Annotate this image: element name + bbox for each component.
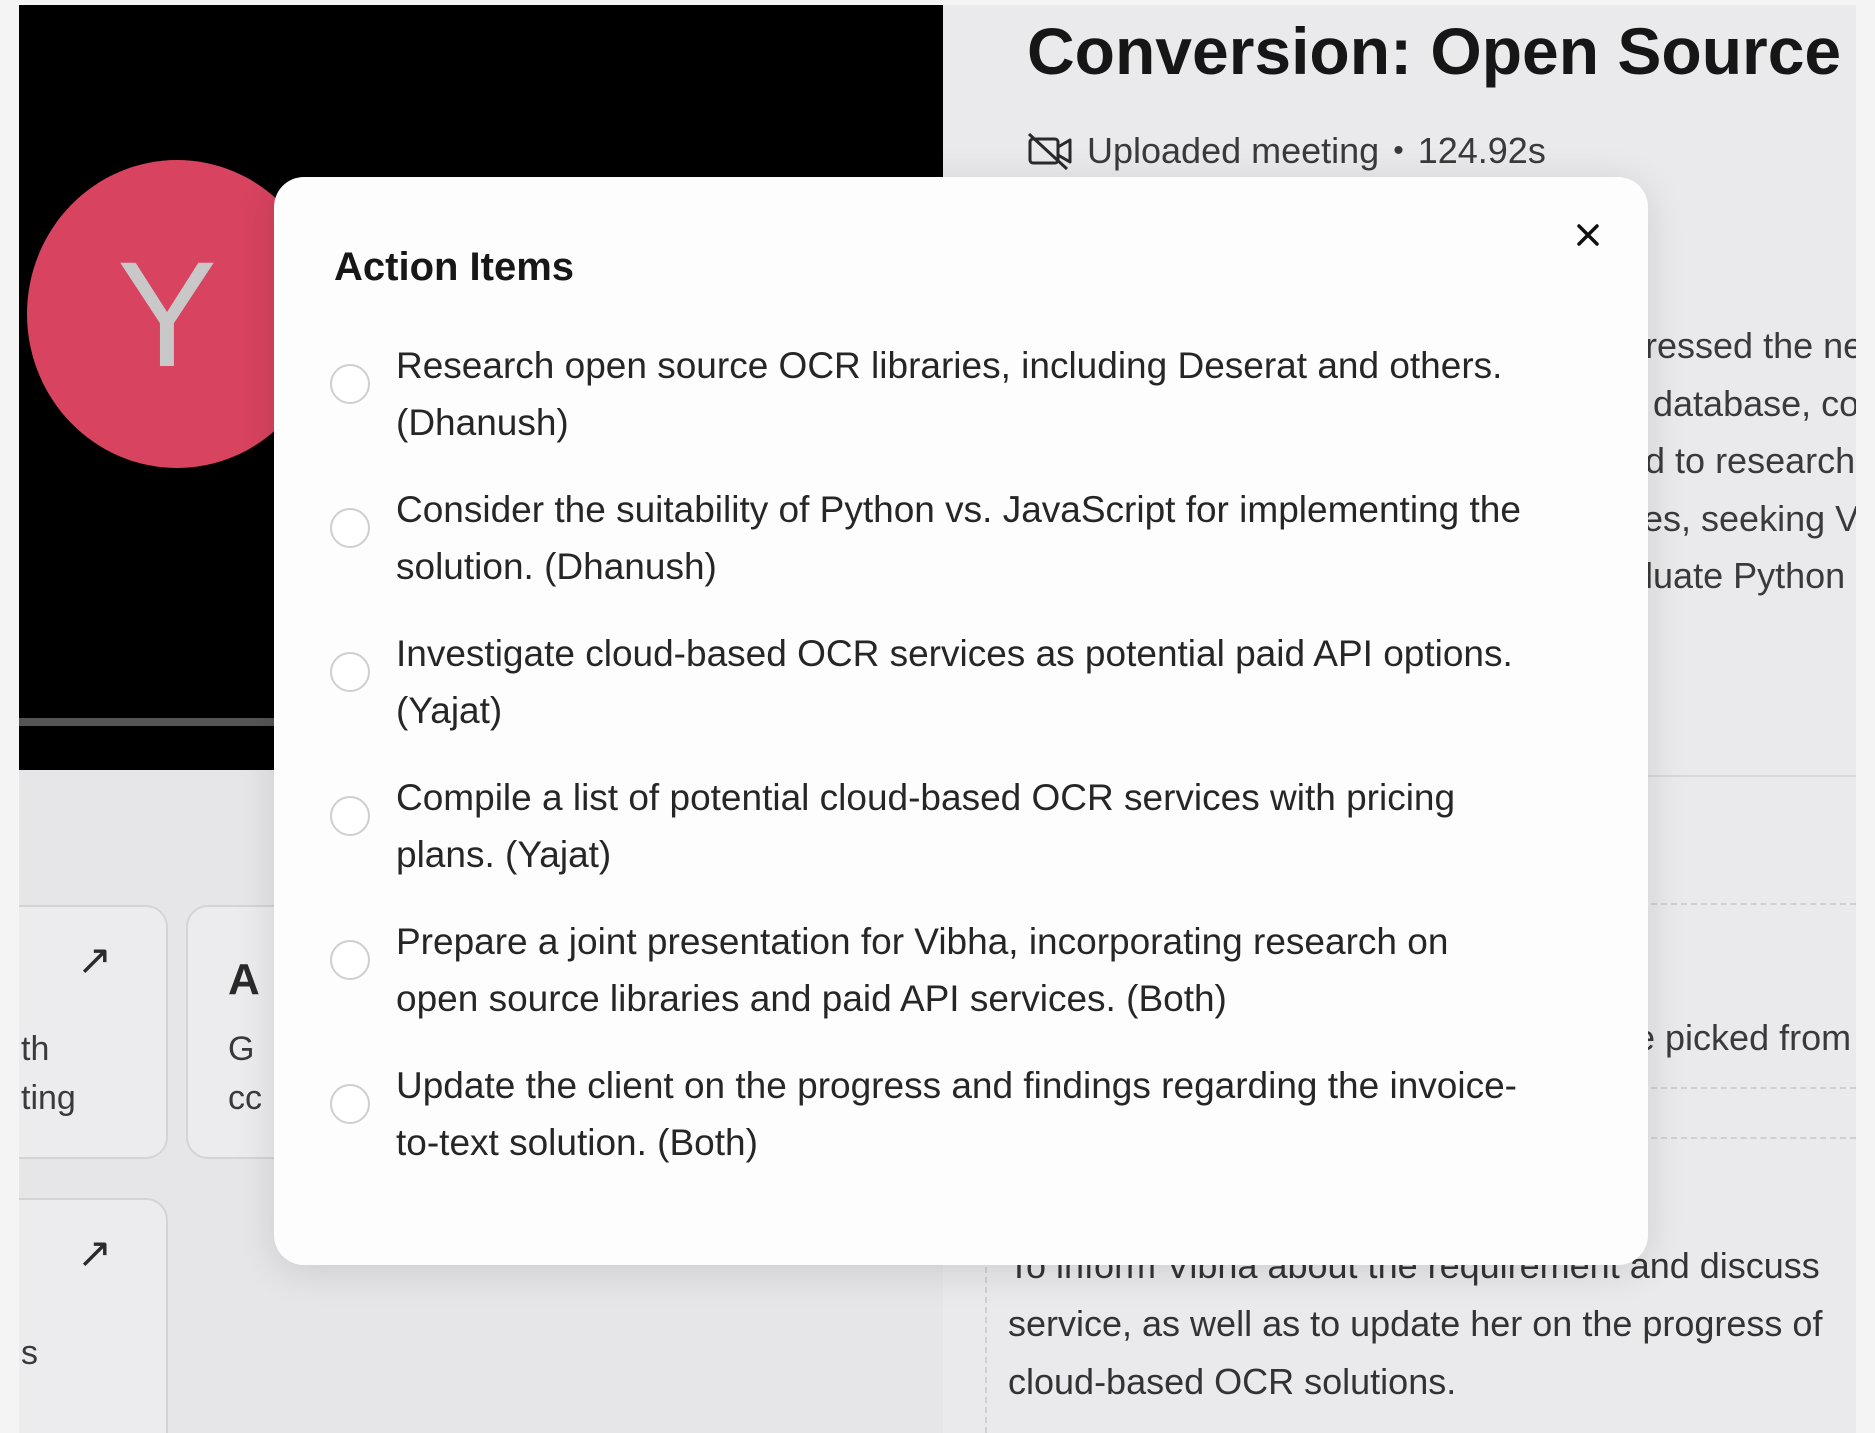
insight-card[interactable]: ↗ s <box>19 1198 168 1433</box>
insight-card[interactable]: ↗ th ting <box>19 905 168 1159</box>
action-item-text: Compile a list of potential cloud-based … <box>396 769 1596 883</box>
card-text-line: ting <box>21 1079 76 1117</box>
arrow-up-right-icon[interactable]: ↗ <box>77 935 112 984</box>
video-off-icon <box>1027 132 1072 171</box>
action-item-line: Consider the suitability of Python vs. J… <box>396 489 1521 530</box>
action-item-line: Investigate cloud-based OCR services as … <box>396 633 1513 674</box>
key-point-text: e picked from v <box>1635 1017 1856 1058</box>
action-item-checkbox[interactable] <box>330 796 370 836</box>
app-frame: Y ↗ th ting A G cc ↗ s Conversion: Open … <box>19 5 1856 1433</box>
meeting-duration: 124.92s <box>1417 130 1546 171</box>
action-item-line: open source libraries and paid API servi… <box>396 978 1227 1019</box>
action-item-line: solution. (Dhanush) <box>396 546 717 587</box>
action-item-text: Investigate cloud-based OCR services as … <box>396 625 1596 739</box>
action-item-checkbox[interactable] <box>330 1084 370 1124</box>
separator-dot: • <box>1393 134 1404 167</box>
action-item-line: plans. (Yajat) <box>396 834 612 875</box>
action-item[interactable]: Update the client on the progress and fi… <box>330 1057 1590 1201</box>
purpose-text-line: cloud-based OCR solutions. <box>1008 1361 1457 1402</box>
action-item-line: Compile a list of potential cloud-based … <box>396 777 1456 818</box>
purpose-text-line: service, as well as to update her on the… <box>1008 1303 1823 1344</box>
modal-title: Action Items <box>334 245 575 289</box>
meeting-meta: Uploaded meeting • 124.92s <box>1027 130 1546 172</box>
action-items-list: Research open source OCR libraries, incl… <box>330 337 1590 1201</box>
action-item[interactable]: Consider the suitability of Python vs. J… <box>330 481 1590 625</box>
summary-text-line: ces, seeking V <box>1625 498 1856 539</box>
action-item-checkbox[interactable] <box>330 364 370 404</box>
action-item-checkbox[interactable] <box>330 940 370 980</box>
card-text-line: cc <box>228 1079 262 1117</box>
action-item-line: (Yajat) <box>396 690 503 731</box>
card-heading: A <box>228 955 260 1004</box>
action-item-line: Research open source OCR libraries, incl… <box>396 345 1503 386</box>
action-item[interactable]: Investigate cloud-based OCR services as … <box>330 625 1590 769</box>
action-item[interactable]: Research open source OCR libraries, incl… <box>330 337 1590 481</box>
avatar-initial: Y <box>116 230 218 398</box>
meeting-source: Uploaded meeting <box>1087 130 1380 171</box>
meeting-title: Conversion: Open Source <box>1027 14 1842 88</box>
action-item-line: (Dhanush) <box>396 402 569 443</box>
action-item-checkbox[interactable] <box>330 652 370 692</box>
action-item-line: to-text solution. (Both) <box>396 1122 758 1163</box>
action-items-modal: Action Items Research open source OCR li… <box>274 177 1648 1265</box>
action-item-text: Research open source OCR libraries, incl… <box>396 337 1596 451</box>
action-item-text: Update the client on the progress and fi… <box>396 1057 1596 1171</box>
card-text-line: G <box>228 1030 255 1068</box>
action-item-text: Prepare a joint presentation for Vibha, … <box>396 913 1596 1027</box>
summary-text-line: aluate Python <box>1625 555 1846 596</box>
summary-text-line: ed to research <box>1625 440 1856 481</box>
action-item-text: Consider the suitability of Python vs. J… <box>396 481 1596 595</box>
summary-text-line: s database, co <box>1625 383 1856 424</box>
card-text-line: th <box>21 1030 50 1068</box>
action-item-line: Prepare a joint presentation for Vibha, … <box>396 921 1449 962</box>
action-item[interactable]: Compile a list of potential cloud-based … <box>330 769 1590 913</box>
arrow-up-right-icon[interactable]: ↗ <box>77 1228 112 1277</box>
close-icon <box>1577 224 1599 246</box>
close-button[interactable] <box>1568 215 1608 255</box>
action-item-line: Update the client on the progress and fi… <box>396 1065 1517 1106</box>
card-text-line: s <box>21 1334 38 1372</box>
action-item-checkbox[interactable] <box>330 508 370 548</box>
action-item[interactable]: Prepare a joint presentation for Vibha, … <box>330 913 1590 1057</box>
summary-text-line: dressed the ne <box>1625 325 1856 366</box>
